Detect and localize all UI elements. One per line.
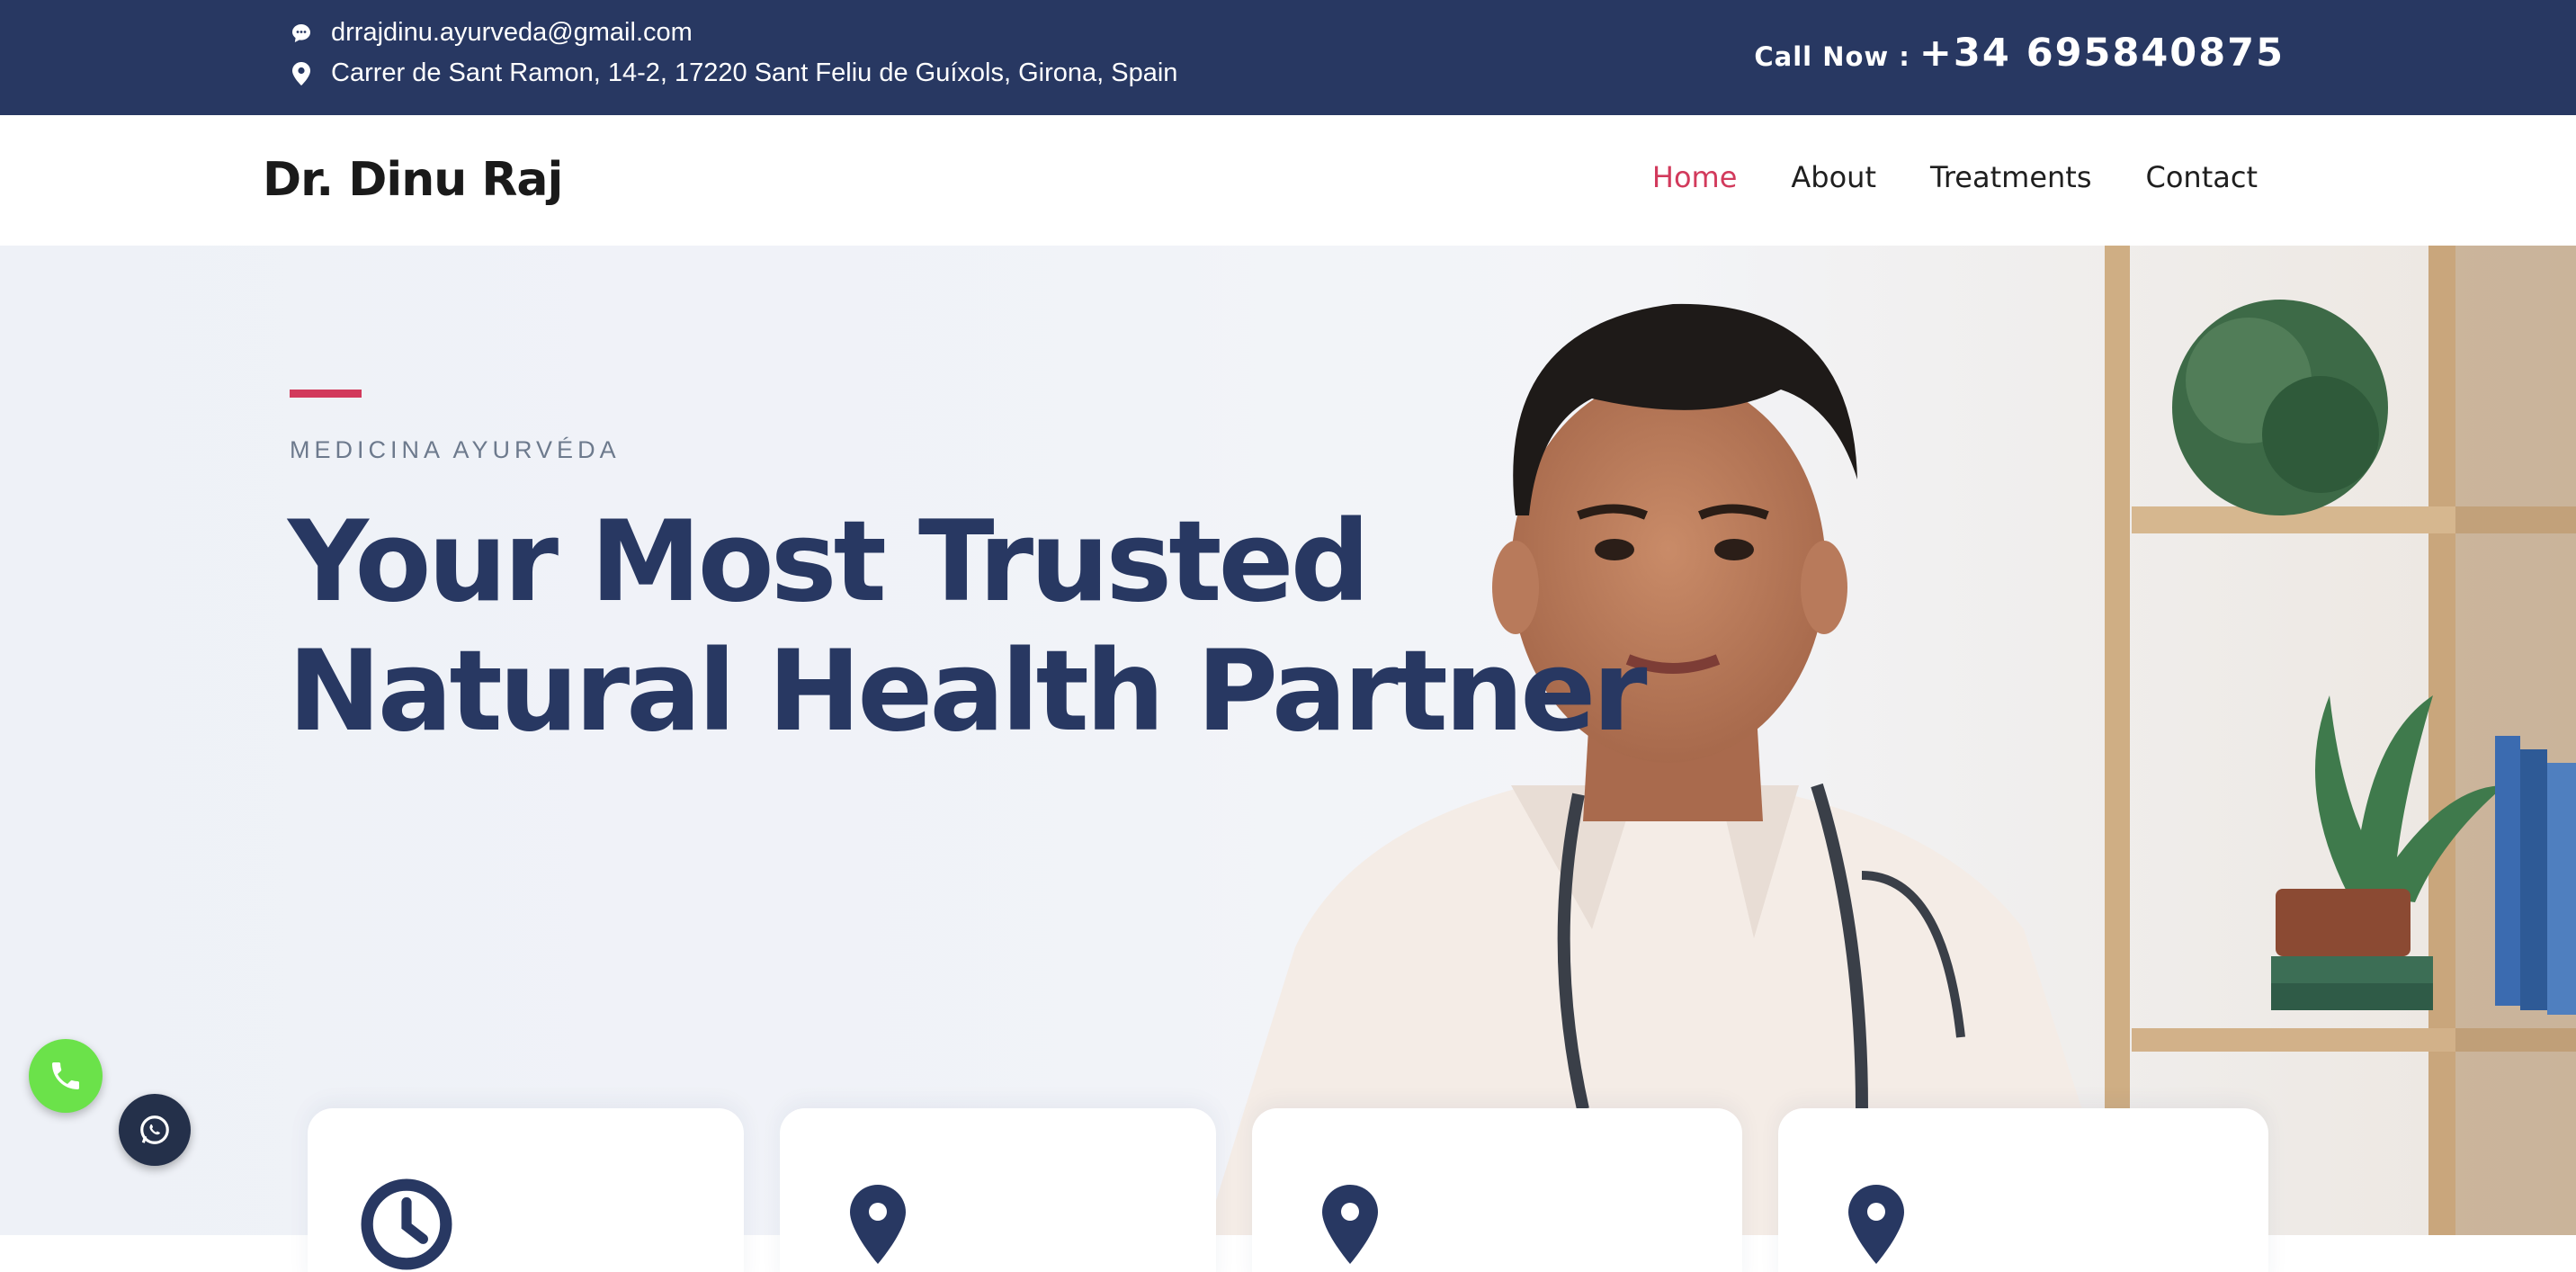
site-logo-text[interactable]: Dr. Dinu Raj <box>263 153 563 207</box>
info-card-location-3 <box>1778 1108 2268 1272</box>
call-now[interactable]: Call Now : +34 695840875 <box>1754 31 2285 76</box>
map-pin-icon <box>850 1185 906 1264</box>
chat-bubble-icon <box>290 20 313 47</box>
site-header: Dr. Dinu Raj Home About Treatments Conta… <box>0 115 2576 246</box>
phone-icon <box>52 1062 79 1089</box>
nav-treatments[interactable]: Treatments <box>1930 160 2092 194</box>
clock-icon <box>361 1178 452 1270</box>
call-floating-button[interactable] <box>29 1039 103 1113</box>
address-row: Carrer de Sant Ramon, 14-2, 17220 Sant F… <box>290 58 1177 88</box>
hero-title: Your Most Trusted Natural Health Partner <box>288 497 1647 757</box>
map-pin-icon <box>1848 1185 1904 1264</box>
nav-about[interactable]: About <box>1791 160 1876 194</box>
nav-contact[interactable]: Contact <box>2146 160 2258 194</box>
nav-home[interactable]: Home <box>1652 160 1738 194</box>
hero-section: MEDICINA AYURVÉDA Your Most Trusted Natu… <box>0 246 2576 1235</box>
main-nav: Home About Treatments Contact <box>1652 160 2258 194</box>
map-pin-icon <box>1322 1185 1378 1264</box>
hero-title-line-1: Your Most Trusted <box>288 497 1370 627</box>
hero-accent-bar <box>290 390 362 398</box>
whatsapp-floating-button[interactable] <box>119 1094 191 1166</box>
phone-number-link[interactable]: +34 695840875 <box>1919 31 2285 76</box>
map-pin-icon <box>290 60 313 87</box>
whatsapp-icon <box>140 1115 169 1144</box>
info-card-hours <box>308 1108 744 1272</box>
email-row[interactable]: drrajdinu.ayurveda@gmail.com <box>290 18 693 48</box>
hero-title-line-2: Natural Health Partner <box>288 627 1647 757</box>
call-now-label: Call Now : <box>1754 41 1910 72</box>
address-text: Carrer de Sant Ramon, 14-2, 17220 Sant F… <box>331 58 1178 87</box>
top-contact-bar: drrajdinu.ayurveda@gmail.com Carrer de S… <box>0 0 2576 115</box>
info-card-location-2 <box>1252 1108 1742 1272</box>
info-card-location-1 <box>780 1108 1216 1272</box>
email-text[interactable]: drrajdinu.ayurveda@gmail.com <box>331 18 693 48</box>
hero-eyebrow: MEDICINA AYURVÉDA <box>290 436 621 463</box>
